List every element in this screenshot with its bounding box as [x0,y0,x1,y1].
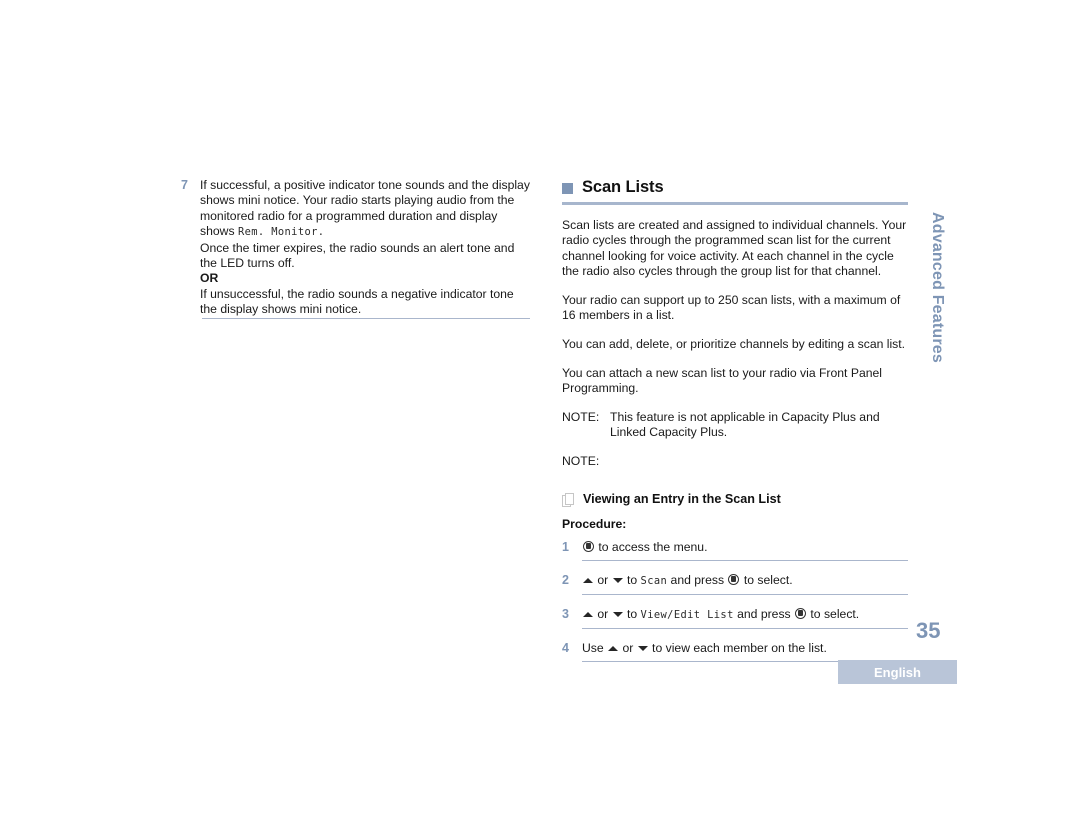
left-column-divider [202,318,530,319]
procedure-step-text: or to Scan and press to select. [582,572,908,589]
step-text-run: or [619,640,637,655]
section-heading: Scan Lists [562,178,908,197]
arrow-up-icon [583,577,593,583]
menu-button-icon [795,607,807,619]
step-number: 7 [181,178,188,192]
procedure-step: 1 to access the menu. [562,539,908,560]
page-title: Scan Lists [582,178,664,196]
procedure-step-number: 2 [562,572,569,587]
chapter-side-tab: Advanced Features [929,212,946,364]
note-label: NOTE: [562,454,600,469]
heading-divider [562,202,908,205]
numbered-step: 7 If successful, a positive indicator to… [181,178,531,318]
step-text-run: to [623,572,641,587]
or-label: OR [200,271,219,286]
arrow-down-icon [637,645,648,651]
procedure-step-number: 3 [562,606,569,621]
page-sheet-front [565,492,574,505]
stacked-pages-icon [562,492,575,508]
procedure-step: 4 Use or to view each member on the list. [562,640,908,661]
body-paragraph: You can add, delete, or prioritize chann… [562,337,906,352]
procedure-step-divider [582,627,908,629]
menu-item-text: View/Edit List [640,608,734,621]
subsection-title: Viewing an Entry in the Scan List [583,491,781,506]
page-number: 35 [916,618,941,643]
language-badge-label: English [874,664,921,680]
right-column: Scan Lists Scan lists are created and as… [562,178,908,673]
left-column: 7 If successful, a positive indicator to… [181,178,531,318]
arrow-up-icon [608,645,619,651]
step-text-run: and press [667,572,728,587]
step-text-run: to access the menu. [595,539,708,554]
step-text-run: to select. [807,606,860,621]
procedure-step-text: or to View/Edit List and press to select… [582,606,908,623]
display-value-text: Rem. Monitor. [237,226,325,239]
body-paragraph: You can attach a new scan list to your r… [562,365,882,396]
step-text-run: or [594,572,612,587]
procedure-step-text: Use or to view each member on the list. [582,640,908,656]
step-text-run: Use [582,640,608,655]
procedure-list: 1 to access the menu. 2 or to Scan and pr… [562,539,908,662]
procedure-step-text: to access the menu. [582,539,908,555]
note-label: NOTE: [562,409,600,424]
step-paragraph-1: If successful, a positive indicator tone… [200,178,531,241]
procedure-step: 2 or to Scan and press to select. [562,572,908,594]
step-text-run: to select. [740,572,793,587]
menu-item-text: Scan [640,574,668,587]
procedure-step-number: 4 [562,640,569,655]
step-text-run: or [594,606,612,621]
arrow-down-icon [612,577,623,583]
procedure-step-number: 1 [562,539,569,554]
step-text-run: and press [733,606,795,621]
step-text-run: to view each member on the list. [648,640,827,655]
procedure-step-divider [582,593,908,595]
procedure-label: Procedure: [562,516,627,531]
heading-square-bullet-icon [562,183,573,194]
menu-button-icon [728,573,740,585]
step-body: If successful, a positive indicator tone… [200,178,531,318]
step-text-run: to [623,606,641,621]
menu-button-icon [583,540,594,552]
body-paragraph: Scan lists are created and assigned to i… [562,217,907,279]
procedure-step: 3 or to View/Edit List and press to sele… [562,606,908,628]
body-paragraph: Your radio can support up to 250 scan li… [562,292,901,323]
note-text: This feature is not applicable in Capaci… [610,409,880,440]
subsection-heading: Viewing an Entry in the Scan List [562,492,908,508]
language-badge: English [838,660,957,684]
procedure-step-divider [582,559,908,561]
arrow-down-icon [612,611,623,617]
document-page: 7 If successful, a positive indicator to… [0,0,1080,834]
step-paragraph-2: Once the timer expires, the radio sounds… [200,240,515,271]
note-block: NOTE: This feature is not applicable in … [562,410,908,441]
arrow-up-icon [583,611,593,617]
step-paragraph-3: If unsuccessful, the radio sounds a nega… [200,286,514,317]
